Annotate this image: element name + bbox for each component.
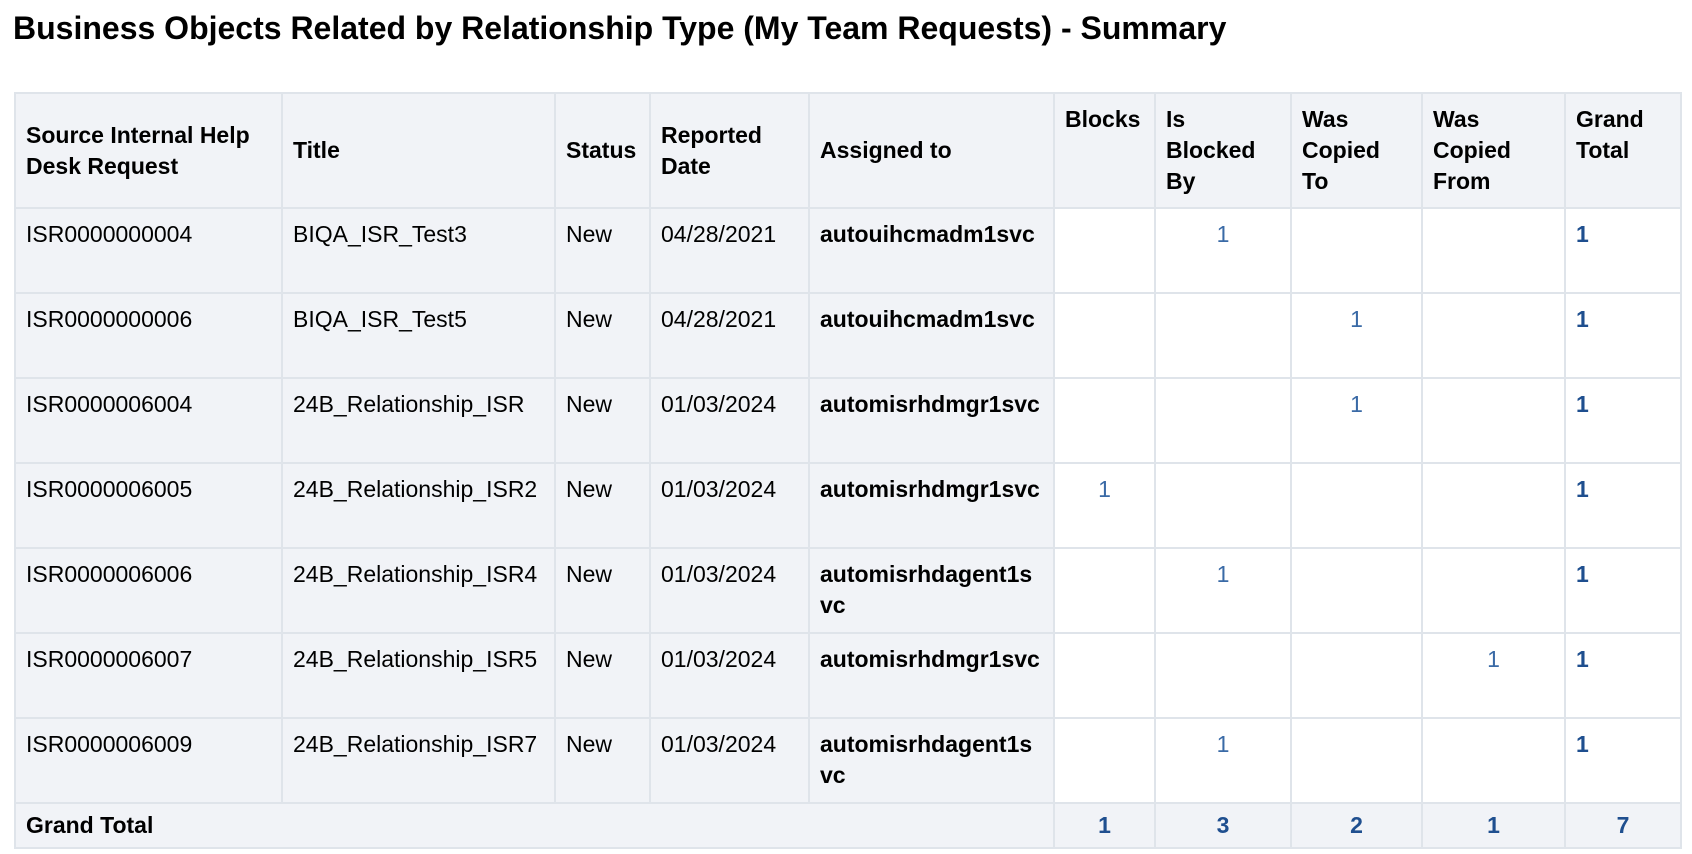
cell-blocks[interactable]: 1 [1053,462,1156,549]
column-header-grand-total[interactable]: Grand Total [1564,92,1682,209]
cell-reported-date: 01/03/2024 [649,717,810,804]
cell-is-blocked-by[interactable] [1154,632,1292,719]
cell-grand-total[interactable]: 1 [1564,717,1682,804]
table-row: ISR0000006004 24B_Relationship_ISR New 0… [14,377,1682,464]
cell-reported-date: 01/03/2024 [649,377,810,464]
cell-source: ISR0000000006 [14,292,283,379]
cell-was-copied-to[interactable] [1290,547,1423,634]
cell-was-copied-to[interactable]: 1 [1290,292,1423,379]
cell-status: New [554,632,651,719]
cell-was-copied-to[interactable] [1290,462,1423,549]
cell-source: ISR0000006005 [14,462,283,549]
cell-status: New [554,377,651,464]
cell-title: 24B_Relationship_ISR5 [281,632,556,719]
cell-reported-date: 01/03/2024 [649,632,810,719]
cell-was-copied-from[interactable] [1421,462,1566,549]
column-header-assigned-to[interactable]: Assigned to [808,92,1055,209]
cell-assigned-to: autouihcmadm1svc [808,292,1055,379]
cell-is-blocked-by[interactable] [1154,377,1292,464]
cell-title: 24B_Relationship_ISR7 [281,717,556,804]
cell-grand-total[interactable]: 1 [1564,462,1682,549]
cell-status: New [554,292,651,379]
cell-was-copied-to[interactable] [1290,207,1423,294]
table-row: ISR0000000006 BIQA_ISR_Test5 New 04/28/2… [14,292,1682,379]
table-row: ISR0000000004 BIQA_ISR_Test3 New 04/28/2… [14,207,1682,294]
cell-status: New [554,207,651,294]
total-is-blocked-by[interactable]: 3 [1154,802,1292,849]
cell-was-copied-from[interactable] [1421,377,1566,464]
cell-blocks[interactable] [1053,207,1156,294]
cell-was-copied-from[interactable] [1421,547,1566,634]
cell-was-copied-from[interactable] [1421,292,1566,379]
cell-reported-date: 01/03/2024 [649,547,810,634]
cell-source: ISR0000000004 [14,207,283,294]
cell-blocks[interactable] [1053,547,1156,634]
cell-blocks[interactable] [1053,377,1156,464]
cell-reported-date: 01/03/2024 [649,462,810,549]
cell-is-blocked-by[interactable] [1154,462,1292,549]
cell-grand-total[interactable]: 1 [1564,377,1682,464]
table-row: ISR0000006007 24B_Relationship_ISR5 New … [14,632,1682,719]
table-row: ISR0000006005 24B_Relationship_ISR2 New … [14,462,1682,549]
cell-reported-date: 04/28/2021 [649,292,810,379]
cell-was-copied-from[interactable] [1421,207,1566,294]
column-header-was-copied-to[interactable]: Was Copied To [1290,92,1423,209]
cell-assigned-to: automisrhdagent1svc [808,717,1055,804]
column-header-source[interactable]: Source Internal Help Desk Request [14,92,283,209]
total-blocks[interactable]: 1 [1053,802,1156,849]
cell-assigned-to: automisrhdmgr1svc [808,632,1055,719]
column-header-blocks[interactable]: Blocks [1053,92,1156,209]
cell-source: ISR0000006004 [14,377,283,464]
cell-reported-date: 04/28/2021 [649,207,810,294]
cell-was-copied-to[interactable] [1290,717,1423,804]
total-was-copied-to[interactable]: 2 [1290,802,1423,849]
cell-was-copied-from[interactable] [1421,717,1566,804]
cell-blocks[interactable] [1053,632,1156,719]
cell-grand-total[interactable]: 1 [1564,292,1682,379]
page-title: Business Objects Related by Relationship… [13,10,1227,46]
cell-blocks[interactable] [1053,717,1156,804]
cell-is-blocked-by[interactable] [1154,292,1292,379]
cell-source: ISR0000006006 [14,547,283,634]
cell-title: BIQA_ISR_Test5 [281,292,556,379]
column-header-status[interactable]: Status [554,92,651,209]
column-header-reported-date[interactable]: Reported Date [649,92,810,209]
cell-assigned-to: automisrhdmgr1svc [808,377,1055,464]
cell-blocks[interactable] [1053,292,1156,379]
grand-total-label: Grand Total [14,802,1055,849]
cell-is-blocked-by[interactable]: 1 [1154,207,1292,294]
header-row: Source Internal Help Desk Request Title … [14,92,1682,209]
cell-assigned-to: automisrhdmgr1svc [808,462,1055,549]
cell-assigned-to: autouihcmadm1svc [808,207,1055,294]
column-header-title[interactable]: Title [281,92,556,209]
total-grand-total[interactable]: 7 [1564,802,1682,849]
cell-status: New [554,717,651,804]
cell-is-blocked-by[interactable]: 1 [1154,547,1292,634]
cell-source: ISR0000006007 [14,632,283,719]
cell-title: 24B_Relationship_ISR2 [281,462,556,549]
cell-title: BIQA_ISR_Test3 [281,207,556,294]
cell-status: New [554,462,651,549]
table-row: ISR0000006009 24B_Relationship_ISR7 New … [14,717,1682,804]
cell-grand-total[interactable]: 1 [1564,207,1682,294]
cell-title: 24B_Relationship_ISR [281,377,556,464]
cell-is-blocked-by[interactable]: 1 [1154,717,1292,804]
cell-was-copied-to[interactable] [1290,632,1423,719]
cell-assigned-to: automisrhdagent1svc [808,547,1055,634]
cell-status: New [554,547,651,634]
cell-was-copied-from[interactable]: 1 [1421,632,1566,719]
cell-title: 24B_Relationship_ISR4 [281,547,556,634]
cell-grand-total[interactable]: 1 [1564,632,1682,719]
cell-source: ISR0000006009 [14,717,283,804]
cell-grand-total[interactable]: 1 [1564,547,1682,634]
pivot-table: Source Internal Help Desk Request Title … [14,92,1682,849]
grand-total-row: Grand Total 1 3 2 1 7 [14,802,1682,849]
total-was-copied-from[interactable]: 1 [1421,802,1566,849]
column-header-is-blocked-by[interactable]: Is Blocked By [1154,92,1292,209]
table-row: ISR0000006006 24B_Relationship_ISR4 New … [14,547,1682,634]
cell-was-copied-to[interactable]: 1 [1290,377,1423,464]
column-header-was-copied-from[interactable]: Was Copied From [1421,92,1566,209]
